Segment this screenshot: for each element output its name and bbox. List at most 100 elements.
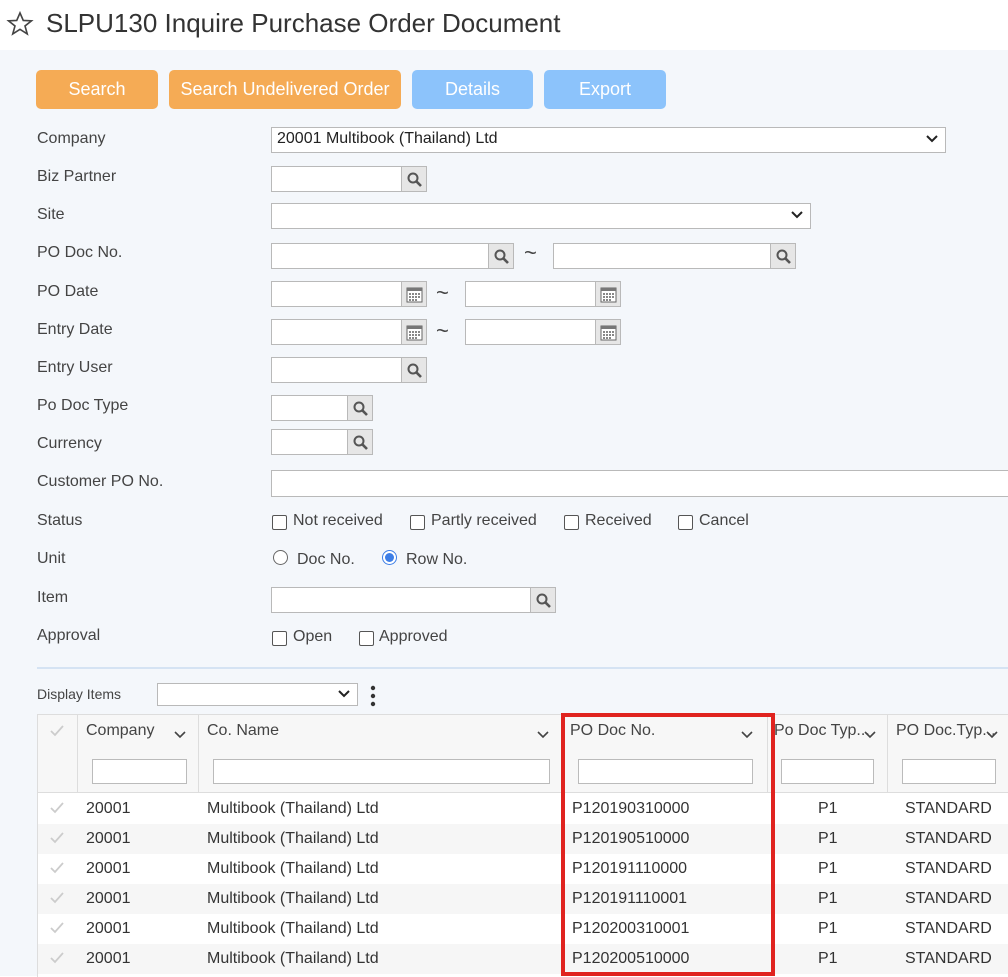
check-icon[interactable] [50, 802, 64, 814]
column-header-co-name[interactable]: Co. Name [199, 715, 562, 792]
po-doc-type-search-icon[interactable] [347, 395, 373, 421]
entry-user-search-icon[interactable] [401, 357, 427, 383]
cell-po-doc-type: P1 [818, 830, 838, 847]
column-header-po-doc-type-name[interactable]: PO Doc.Typ... [888, 715, 1008, 792]
company-value: 20001 Multibook (Thailand) Ltd [277, 130, 498, 147]
range-separator: ~ [524, 240, 537, 265]
status-cancel-checkbox[interactable] [678, 515, 693, 530]
po-doc-no-to-search-icon[interactable] [770, 243, 796, 269]
divider [37, 667, 1008, 669]
company-select[interactable]: 20001 Multibook (Thailand) Ltd [271, 127, 946, 153]
table-row[interactable]: 20001 Multibook (Thailand) Ltd P12019051… [38, 824, 1008, 854]
approval-approved-label: Approved [379, 628, 448, 645]
currency-label: Currency [37, 435, 102, 452]
cell-company: 20001 [86, 800, 131, 817]
more-options-icon[interactable] [369, 684, 377, 708]
cell-company: 20001 [86, 890, 131, 907]
customer-po-no-input[interactable] [271, 470, 1008, 497]
column-header-company[interactable]: Company [78, 715, 199, 792]
cell-po-doc-type-name: STANDARD [905, 800, 992, 817]
approval-open-checkbox[interactable] [272, 631, 287, 646]
status-partly-received-checkbox[interactable] [410, 515, 425, 530]
chevron-down-icon[interactable] [864, 730, 876, 740]
check-icon [50, 725, 64, 737]
currency-input[interactable] [271, 429, 348, 455]
check-icon[interactable] [50, 862, 64, 874]
calendar-icon[interactable] [595, 281, 621, 307]
filter-input-po-doc-type-name[interactable] [902, 759, 996, 784]
approval-open-label: Open [293, 628, 333, 645]
site-select[interactable] [271, 203, 811, 229]
chevron-down-icon[interactable] [174, 730, 186, 740]
chevron-down-icon [791, 211, 803, 219]
po-doc-no-to-input[interactable] [553, 243, 771, 269]
chevron-down-icon [338, 690, 350, 698]
po-doc-type-input[interactable] [271, 395, 348, 421]
search-button[interactable]: Search [36, 70, 158, 109]
table-row[interactable]: 20001 Multibook (Thailand) Ltd P12019111… [38, 884, 1008, 914]
export-button[interactable]: Export [544, 70, 666, 109]
table-row[interactable]: 20001 Multibook (Thailand) Ltd P12019031… [38, 794, 1008, 824]
biz-partner-search-icon[interactable] [401, 166, 427, 192]
calendar-icon[interactable] [401, 319, 427, 345]
status-not-received-checkbox[interactable] [272, 515, 287, 530]
cell-co-name: Multibook (Thailand) Ltd [207, 830, 379, 847]
check-icon[interactable] [50, 922, 64, 934]
entry-date-to-input[interactable] [465, 319, 596, 345]
po-doc-no-from-search-icon[interactable] [488, 243, 514, 269]
currency-search-icon[interactable] [347, 429, 373, 455]
display-items-select[interactable] [157, 683, 358, 706]
filter-input-po-doc-type[interactable] [781, 759, 874, 784]
cell-co-name: Multibook (Thailand) Ltd [207, 890, 379, 907]
range-separator: ~ [436, 280, 449, 305]
po-date-from-input[interactable] [271, 281, 402, 307]
company-label: Company [37, 130, 106, 147]
results-grid: Company Co. Name PO Doc No. Po Doc Typ..… [37, 714, 1008, 977]
entry-user-input[interactable] [271, 357, 402, 383]
cell-po-doc-type-name: STANDARD [905, 950, 992, 967]
column-header-po-doc-no[interactable]: PO Doc No. [562, 715, 768, 792]
calendar-icon[interactable] [401, 281, 427, 307]
details-button[interactable]: Details [412, 70, 533, 109]
select-all-column[interactable] [38, 715, 78, 792]
chevron-down-icon[interactable] [741, 730, 753, 740]
check-icon[interactable] [50, 832, 64, 844]
check-icon[interactable] [50, 892, 64, 904]
chevron-down-icon[interactable] [537, 730, 549, 740]
item-input[interactable] [271, 587, 531, 613]
site-label: Site [37, 206, 65, 223]
calendar-icon[interactable] [595, 319, 621, 345]
filter-input-co-name[interactable] [213, 759, 550, 784]
po-date-to-input[interactable] [465, 281, 596, 307]
unit-row-no-radio[interactable] [382, 550, 397, 565]
po-doc-type-label: Po Doc Type [37, 397, 129, 414]
filter-input-company[interactable] [92, 759, 187, 784]
entry-user-label: Entry User [37, 359, 113, 376]
biz-partner-input[interactable] [271, 166, 402, 192]
cell-co-name: Multibook (Thailand) Ltd [207, 920, 379, 937]
column-header-label: PO Doc No. [570, 722, 656, 739]
chevron-down-icon[interactable] [986, 730, 998, 740]
po-doc-no-from-input[interactable] [271, 243, 489, 269]
customer-po-no-label: Customer PO No. [37, 473, 164, 490]
status-received-checkbox[interactable] [564, 515, 579, 530]
table-row[interactable]: 20001 Multibook (Thailand) Ltd P12020051… [38, 944, 1008, 974]
cell-company: 20001 [86, 830, 131, 847]
entry-date-label: Entry Date [37, 321, 113, 338]
column-header-po-doc-type[interactable]: Po Doc Typ... [768, 715, 888, 792]
unit-doc-no-radio[interactable] [273, 550, 288, 565]
search-undelivered-order-button[interactable]: Search Undelivered Order [169, 70, 401, 109]
check-icon[interactable] [50, 952, 64, 964]
entry-date-from-input[interactable] [271, 319, 402, 345]
cell-po-doc-type-name: STANDARD [905, 890, 992, 907]
star-outline-icon[interactable] [6, 10, 34, 38]
column-header-label: Co. Name [207, 722, 280, 739]
cell-po-doc-no: P120190310000 [572, 800, 690, 817]
filter-input-po-doc-no[interactable] [578, 759, 753, 784]
status-not-received-label: Not received [293, 512, 383, 529]
approval-approved-checkbox[interactable] [359, 631, 374, 646]
item-search-icon[interactable] [530, 587, 556, 613]
table-row[interactable]: 20001 Multibook (Thailand) Ltd P12019111… [38, 854, 1008, 884]
table-row[interactable]: 20001 Multibook (Thailand) Ltd P12020031… [38, 914, 1008, 944]
column-header-label: Po Doc Typ... [774, 722, 870, 739]
